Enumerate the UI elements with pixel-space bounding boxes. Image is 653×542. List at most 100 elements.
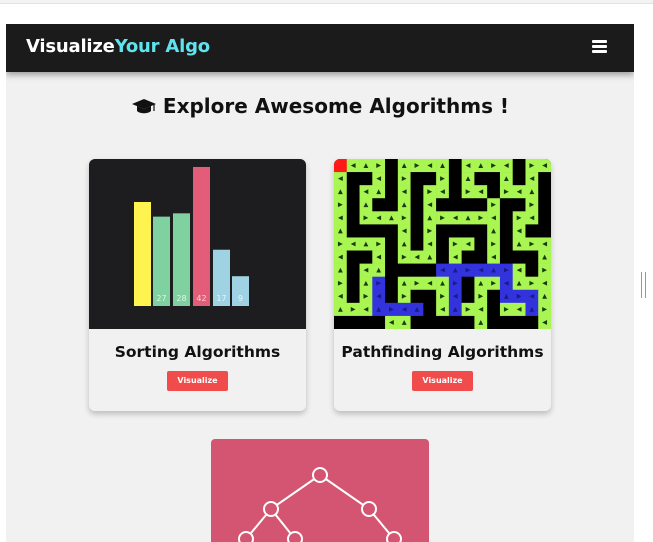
- maze-cell: [436, 250, 450, 264]
- maze-cell: [538, 172, 551, 186]
- page: VisualizeYour Algo Explore Awesome Algor…: [6, 24, 634, 542]
- maze-cell: [346, 289, 360, 304]
- maze-cell: [359, 224, 373, 238]
- navbar: VisualizeYour Algo: [6, 24, 634, 72]
- maze-cell: [525, 250, 539, 264]
- maze-cell: [499, 315, 514, 330]
- maze-cell: [346, 263, 360, 277]
- sort-bar: [134, 202, 151, 306]
- maze-cell: [359, 250, 373, 264]
- pathfinding-preview-image: [334, 159, 551, 330]
- maze-cell: [359, 315, 373, 330]
- maze-cell: [474, 237, 488, 251]
- visualize-button[interactable]: Visualize: [412, 371, 473, 391]
- maze-cell: [538, 198, 551, 212]
- browser-top-strip: [0, 0, 653, 4]
- sort-bar: [193, 166, 210, 306]
- maze-cell: [448, 185, 462, 199]
- maze-cell: [487, 289, 501, 304]
- sort-bar: [153, 216, 170, 306]
- maze-cell: [385, 276, 399, 291]
- maze-cell: [385, 224, 399, 238]
- sort-bar-label: 28: [176, 294, 186, 303]
- maze-cell: [525, 315, 539, 330]
- maze-cell: [410, 185, 424, 199]
- maze-cell: [525, 224, 539, 238]
- maze-cell: [346, 198, 360, 212]
- brand-text-cyan: Your Algo: [114, 36, 210, 57]
- maze-cell: [436, 224, 450, 238]
- maze-cell: [359, 172, 373, 186]
- maze-cell: [436, 237, 450, 251]
- maze-cell: [423, 172, 437, 186]
- tree-node: [287, 531, 303, 542]
- maze-cell: [346, 172, 360, 186]
- sorting-algorithms-card[interactable]: 27 28 42 17 9 Sorting Algorithms Visualize: [89, 159, 306, 411]
- maze-cell: [397, 263, 411, 277]
- maze-cell: [346, 250, 360, 264]
- maze-cell: [385, 185, 399, 199]
- maze-cell: [448, 159, 462, 173]
- card-title: Pathfinding Algorithms: [341, 343, 544, 361]
- maze-cell: [461, 289, 475, 304]
- maze-cell: [499, 237, 514, 251]
- maze-cell: [487, 172, 501, 186]
- maze-cell: [410, 198, 424, 212]
- maze-cell: [372, 315, 386, 330]
- maze-cell: [512, 250, 526, 264]
- visualize-button[interactable]: Visualize: [167, 371, 228, 391]
- maze-cell: [423, 263, 437, 277]
- maze-cell: [423, 315, 437, 330]
- hamburger-icon[interactable]: [592, 40, 607, 54]
- maze-cell: [334, 159, 348, 173]
- tree-node: [361, 501, 377, 517]
- sort-bar: [173, 213, 190, 306]
- maze-cell: [423, 289, 437, 304]
- maze-cell: [487, 302, 501, 317]
- tree-preview-image: [238, 467, 402, 542]
- brand-text-white: Visualize: [26, 36, 115, 57]
- maze-cell: [538, 211, 551, 225]
- maze-cell: [538, 224, 551, 238]
- maze-cell: [346, 315, 360, 330]
- maze-cell: [512, 172, 526, 186]
- maze-cell: [372, 224, 386, 238]
- maze-cell: [410, 315, 424, 330]
- maze-cell: [410, 263, 424, 277]
- maze-cell: [346, 224, 360, 238]
- maze-cell: [538, 185, 551, 199]
- maze-cell: [385, 198, 399, 212]
- maze-cell: [487, 315, 501, 330]
- maze-cell: [499, 250, 514, 264]
- maze-cell: [410, 211, 424, 225]
- maze-cell: [512, 315, 526, 330]
- pathfinding-algorithms-card[interactable]: Pathfinding Algorithms Visualize: [334, 159, 551, 411]
- maze-cell: [385, 263, 399, 277]
- maze-cell: [448, 224, 462, 238]
- maze-cell: [461, 198, 475, 212]
- maze-cell: [448, 198, 462, 212]
- maze-cell: [385, 172, 399, 186]
- scrollbar-grip[interactable]: [641, 272, 646, 298]
- page-title-text: Explore Awesome Algorithms !: [162, 94, 510, 118]
- maze-cell: [436, 198, 450, 212]
- maze-cell: [410, 172, 424, 186]
- brand-logo[interactable]: VisualizeYour Algo: [26, 36, 210, 57]
- maze-cell: [385, 289, 399, 304]
- tree-algorithms-card[interactable]: [211, 439, 429, 542]
- maze-cell: [474, 250, 488, 264]
- maze-cell: [410, 237, 424, 251]
- maze-cell: [372, 198, 386, 212]
- maze-cell: [334, 315, 348, 330]
- maze-cell: [448, 172, 462, 186]
- maze-cell: [461, 276, 475, 291]
- maze-cell: [410, 224, 424, 238]
- maze-cell: [499, 198, 514, 212]
- maze-cell: [499, 211, 514, 225]
- sorting-preview-image: 27 28 42 17 9: [89, 159, 306, 329]
- sort-bar-label: 27: [156, 294, 166, 303]
- card-title: Sorting Algorithms: [114, 343, 281, 361]
- maze-cell: [474, 172, 488, 186]
- maze-cell: [461, 315, 475, 330]
- maze-cell: [436, 315, 450, 330]
